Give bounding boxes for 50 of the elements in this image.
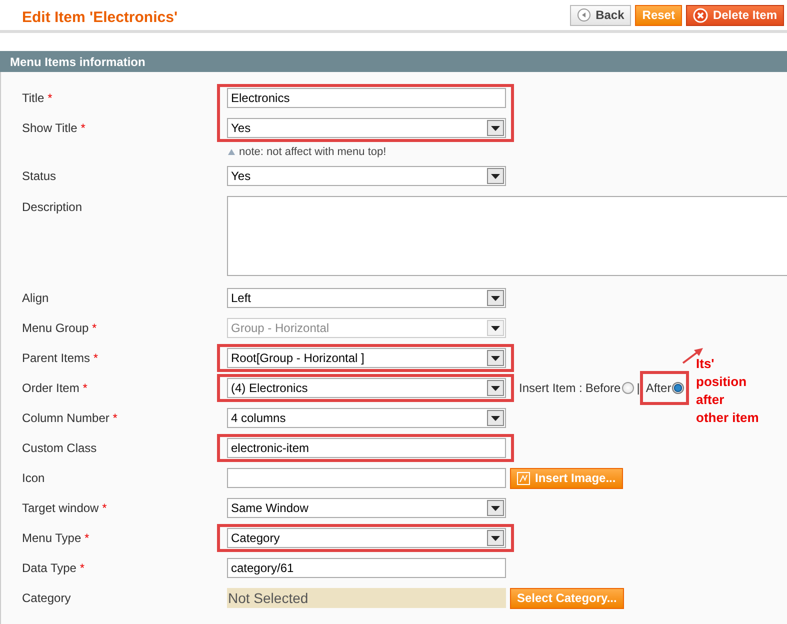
field-label: Custom Class bbox=[21, 441, 98, 455]
radio-option[interactable]: After bbox=[646, 381, 684, 395]
triangle-icon bbox=[228, 149, 235, 155]
select-field[interactable]: Root[Group - Horizontal ] bbox=[227, 348, 506, 368]
field-label: Menu Group * bbox=[21, 321, 98, 335]
radio-option[interactable]: Before bbox=[582, 381, 634, 395]
field-label: Menu Type * bbox=[21, 531, 90, 545]
dropdown-arrow-icon bbox=[491, 536, 500, 540]
dropdown-arrow-icon bbox=[491, 506, 500, 510]
separator: | bbox=[636, 381, 640, 395]
field-label: Status bbox=[21, 169, 58, 183]
select-field[interactable]: 4 columns bbox=[227, 408, 506, 428]
insert-item-label: Insert Item : bbox=[519, 381, 582, 395]
field-note: note: not affect with menu top! bbox=[239, 146, 386, 158]
section-header: Menu Items information bbox=[0, 51, 787, 72]
page-title: Edit Item 'Electronics' bbox=[22, 8, 178, 26]
select-field[interactable]: (4) Electronics bbox=[227, 378, 506, 398]
select-field[interactable]: Yes bbox=[227, 166, 506, 186]
back-button[interactable]: Back bbox=[570, 4, 632, 26]
dropdown-arrow-icon bbox=[491, 356, 500, 360]
dropdown-arrow-icon bbox=[491, 416, 500, 420]
close-icon bbox=[692, 8, 708, 22]
field-label: Icon bbox=[21, 471, 46, 485]
text-field[interactable]: Electronics bbox=[227, 88, 506, 108]
select-field[interactable]: Left bbox=[227, 288, 506, 308]
text-field[interactable]: electronic-item bbox=[227, 438, 506, 458]
field-label: Data Type * bbox=[21, 561, 86, 575]
textarea-field[interactable] bbox=[227, 196, 787, 276]
select-field[interactable]: Same Window bbox=[227, 498, 506, 518]
text-field[interactable]: category/61 bbox=[227, 558, 506, 578]
dropdown-arrow-icon bbox=[491, 174, 500, 178]
field-label: Column Number * bbox=[21, 411, 118, 425]
callout-text: Its' position after other item bbox=[696, 355, 760, 427]
dropdown-arrow-icon bbox=[491, 386, 500, 390]
category-display: Not Selected bbox=[227, 588, 506, 608]
field-label: Target window * bbox=[21, 501, 108, 515]
field-label: Description bbox=[21, 199, 84, 214]
select-field[interactable]: Yes bbox=[227, 118, 506, 138]
dropdown-arrow-icon bbox=[491, 326, 500, 330]
field-label: Order Item * bbox=[21, 381, 88, 395]
field-label: Align bbox=[21, 291, 50, 305]
dropdown-arrow-icon bbox=[491, 126, 500, 130]
select-field[interactable]: Category bbox=[227, 528, 506, 548]
field-label: Category bbox=[21, 591, 72, 605]
field-label: Show Title * bbox=[21, 121, 86, 135]
dropdown-arrow-icon bbox=[491, 296, 500, 300]
field-label: Title * bbox=[21, 91, 54, 105]
text-field[interactable] bbox=[227, 468, 506, 488]
field-label: Parent Items * bbox=[21, 351, 100, 365]
select-field: Group - Horizontal bbox=[227, 318, 506, 338]
